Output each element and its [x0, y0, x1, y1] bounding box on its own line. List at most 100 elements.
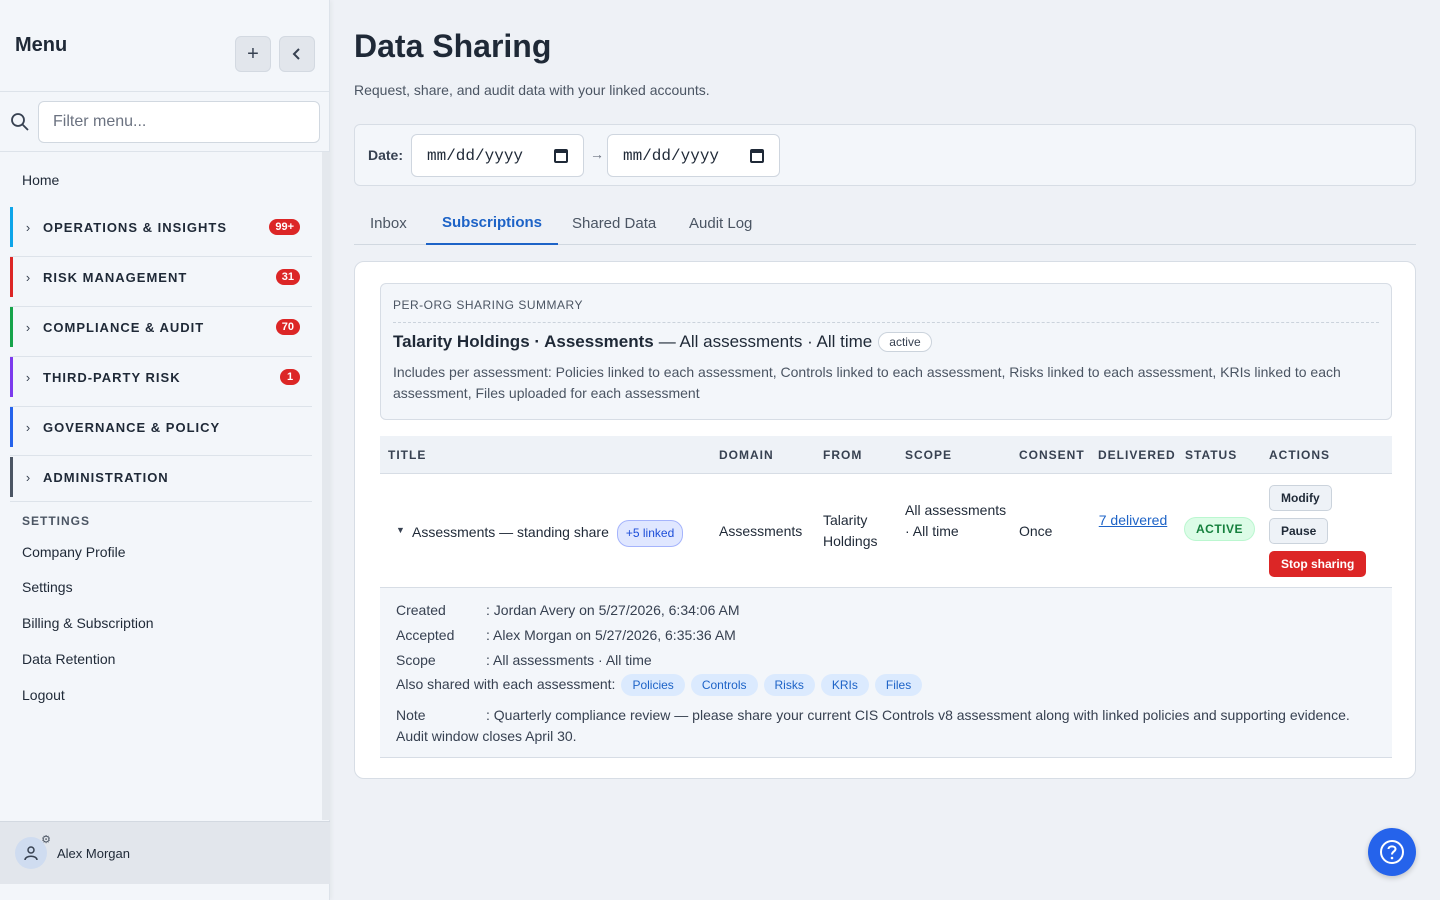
sidebar-group-governance-policy[interactable]: › GOVERNANCE & POLICY	[10, 407, 312, 447]
count-badge: 70	[275, 319, 300, 335]
count-badge: 31	[275, 269, 300, 285]
detail-value: : All assessments · All time	[486, 652, 652, 668]
sidebar-item-settings[interactable]: Settings	[22, 579, 73, 595]
group-label: OPERATIONS & INSIGHTS	[43, 219, 227, 235]
chevron-right-icon: ›	[25, 319, 31, 335]
summary-org-domain: Talarity Holdings · Assessments	[393, 332, 654, 351]
table-header: TITLE DOMAIN FROM SCOPE CONSENT DELIVERE…	[380, 436, 1392, 474]
divider	[10, 501, 312, 502]
count-badge: 99+	[269, 219, 300, 235]
sidebar-item-home[interactable]: Home	[22, 172, 59, 188]
tab-shared-data[interactable]: Shared Data	[556, 202, 672, 245]
detail-accepted: Accepted: Alex Morgan on 5/27/2026, 6:35…	[396, 627, 736, 643]
row-title-cell: Assessments — standing share +5 linked	[412, 520, 684, 547]
page-title: Data Sharing	[354, 28, 552, 64]
tab-bar: Inbox Subscriptions Shared Data Audit Lo…	[354, 202, 1416, 245]
chevron-right-icon: ›	[25, 369, 31, 385]
detail-value: : Jordan Avery on 5/27/2026, 6:34:06 AM	[486, 602, 740, 618]
column-header[interactable]: ACTIONS	[1269, 448, 1330, 462]
avatar: ⚙	[15, 834, 51, 869]
chip-risks: Risks	[763, 674, 815, 696]
sidebar-group-third-party-risk[interactable]: › THIRD-PARTY RISK 1	[10, 357, 312, 397]
linked-count-badge[interactable]: +5 linked	[616, 520, 684, 547]
delivered-link[interactable]: 7 delivered	[1098, 510, 1168, 531]
chip-kris: KRIs	[820, 674, 869, 696]
calendar-icon[interactable]	[750, 148, 764, 163]
sidebar-group-compliance-audit[interactable]: › COMPLIANCE & AUDIT 70	[10, 307, 312, 347]
detail-scope: Scope : All assessments · All time	[396, 652, 652, 668]
group-label: ADMINISTRATION	[43, 469, 169, 485]
date-filter-bar: Date: mm/dd/yyyy → mm/dd/yyyy	[354, 124, 1416, 186]
sidebar-item-logout[interactable]: Logout	[22, 687, 65, 703]
chevron-right-icon: ›	[25, 469, 31, 485]
chip-controls: Controls	[690, 674, 758, 696]
summary-scope: — All assessments · All time	[658, 332, 873, 351]
add-button[interactable]: +	[235, 36, 271, 72]
sidebar-item-company-profile[interactable]: Company Profile	[22, 544, 126, 560]
gear-icon: ⚙	[41, 834, 51, 846]
sidebar-item-billing[interactable]: Billing & Subscription	[22, 615, 154, 631]
chevron-right-icon: ›	[25, 269, 31, 285]
detail-label: Note	[396, 707, 426, 723]
divider	[10, 455, 312, 456]
column-header[interactable]: TITLE	[388, 448, 426, 462]
date-to-input[interactable]: mm/dd/yyyy	[607, 134, 780, 177]
chip-policies: Policies	[621, 674, 685, 696]
tab-inbox[interactable]: Inbox	[354, 202, 423, 245]
stop-sharing-button[interactable]: Stop sharing	[1269, 551, 1367, 577]
summary-heading: PER-ORG SHARING SUMMARY	[393, 298, 583, 312]
column-header[interactable]: FROM	[823, 448, 862, 462]
subscriptions-panel: PER-ORG SHARING SUMMARY Talarity Holding…	[354, 261, 1416, 779]
row-consent: Once	[1019, 523, 1053, 539]
row-title: Assessments — standing share	[412, 524, 609, 540]
tab-audit-log[interactable]: Audit Log	[673, 202, 768, 245]
divider	[393, 322, 1379, 323]
chevron-right-icon: ›	[25, 219, 31, 235]
help-button[interactable]	[1368, 828, 1416, 876]
tab-subscriptions[interactable]: Subscriptions	[426, 202, 559, 245]
chevron-left-icon	[292, 48, 300, 60]
user-icon	[24, 846, 38, 861]
date-range-arrow: →	[590, 146, 604, 162]
collapse-sidebar-button[interactable]	[279, 36, 315, 72]
column-header[interactable]: DELIVERED	[1098, 448, 1176, 462]
detail-label: Scope	[396, 652, 436, 668]
column-header[interactable]: CONSENT	[1019, 448, 1085, 462]
modify-button[interactable]: Modify	[1269, 485, 1332, 511]
column-header[interactable]: STATUS	[1185, 448, 1237, 462]
plus-icon: +	[247, 42, 259, 65]
column-header[interactable]: DOMAIN	[719, 448, 774, 462]
row-scope: All assessments · All time	[905, 502, 1007, 539]
user-profile[interactable]: ⚙ Alex Morgan	[0, 821, 330, 884]
user-name: Alex Morgan	[57, 845, 130, 861]
filter-menu-input[interactable]	[38, 101, 320, 143]
search-icon	[11, 113, 29, 131]
sidebar-search	[0, 92, 329, 152]
expand-toggle-icon[interactable]: ▼	[396, 525, 405, 535]
chevron-right-icon: ›	[25, 419, 31, 435]
sidebar-item-data-retention[interactable]: Data Retention	[22, 651, 115, 667]
calendar-icon[interactable]	[554, 148, 568, 163]
sidebar: Menu + Home › OPERATIONS & INSIGHTS 99+ …	[0, 0, 330, 900]
date-from-placeholder: mm/dd/yyyy	[427, 146, 524, 165]
detail-note: Note: Quarterly compliance review — plea…	[396, 705, 1376, 747]
column-header[interactable]: SCOPE	[905, 448, 952, 462]
sidebar-scrollbar[interactable]	[322, 152, 330, 820]
date-from-input[interactable]: mm/dd/yyyy	[411, 134, 584, 177]
sidebar-nav: Home › OPERATIONS & INSIGHTS 99+ › RISK …	[0, 152, 330, 820]
sidebar-group-risk-management[interactable]: › RISK MANAGEMENT 31	[10, 257, 312, 297]
date-to-placeholder: mm/dd/yyyy	[623, 146, 720, 165]
summary-title: Talarity Holdings · Assessments — All as…	[393, 332, 932, 352]
row-from: Talarity Holdings	[823, 512, 878, 549]
sidebar-header: Menu +	[0, 0, 329, 92]
group-label: COMPLIANCE & AUDIT	[43, 319, 205, 335]
group-label: RISK MANAGEMENT	[43, 269, 188, 285]
count-badge: 1	[280, 369, 300, 385]
pause-button[interactable]: Pause	[1269, 518, 1329, 544]
sidebar-group-operations-insights[interactable]: › OPERATIONS & INSIGHTS 99+	[10, 207, 312, 247]
sidebar-group-administration[interactable]: › ADMINISTRATION	[10, 457, 312, 497]
row-domain: Assessments	[719, 523, 803, 539]
detail-also-shared: Also shared with each assessment: Policie…	[396, 674, 923, 696]
settings-heading: SETTINGS	[22, 514, 91, 528]
table-row[interactable]: ▼ Assessments — standing share +5 linked …	[380, 474, 1392, 588]
